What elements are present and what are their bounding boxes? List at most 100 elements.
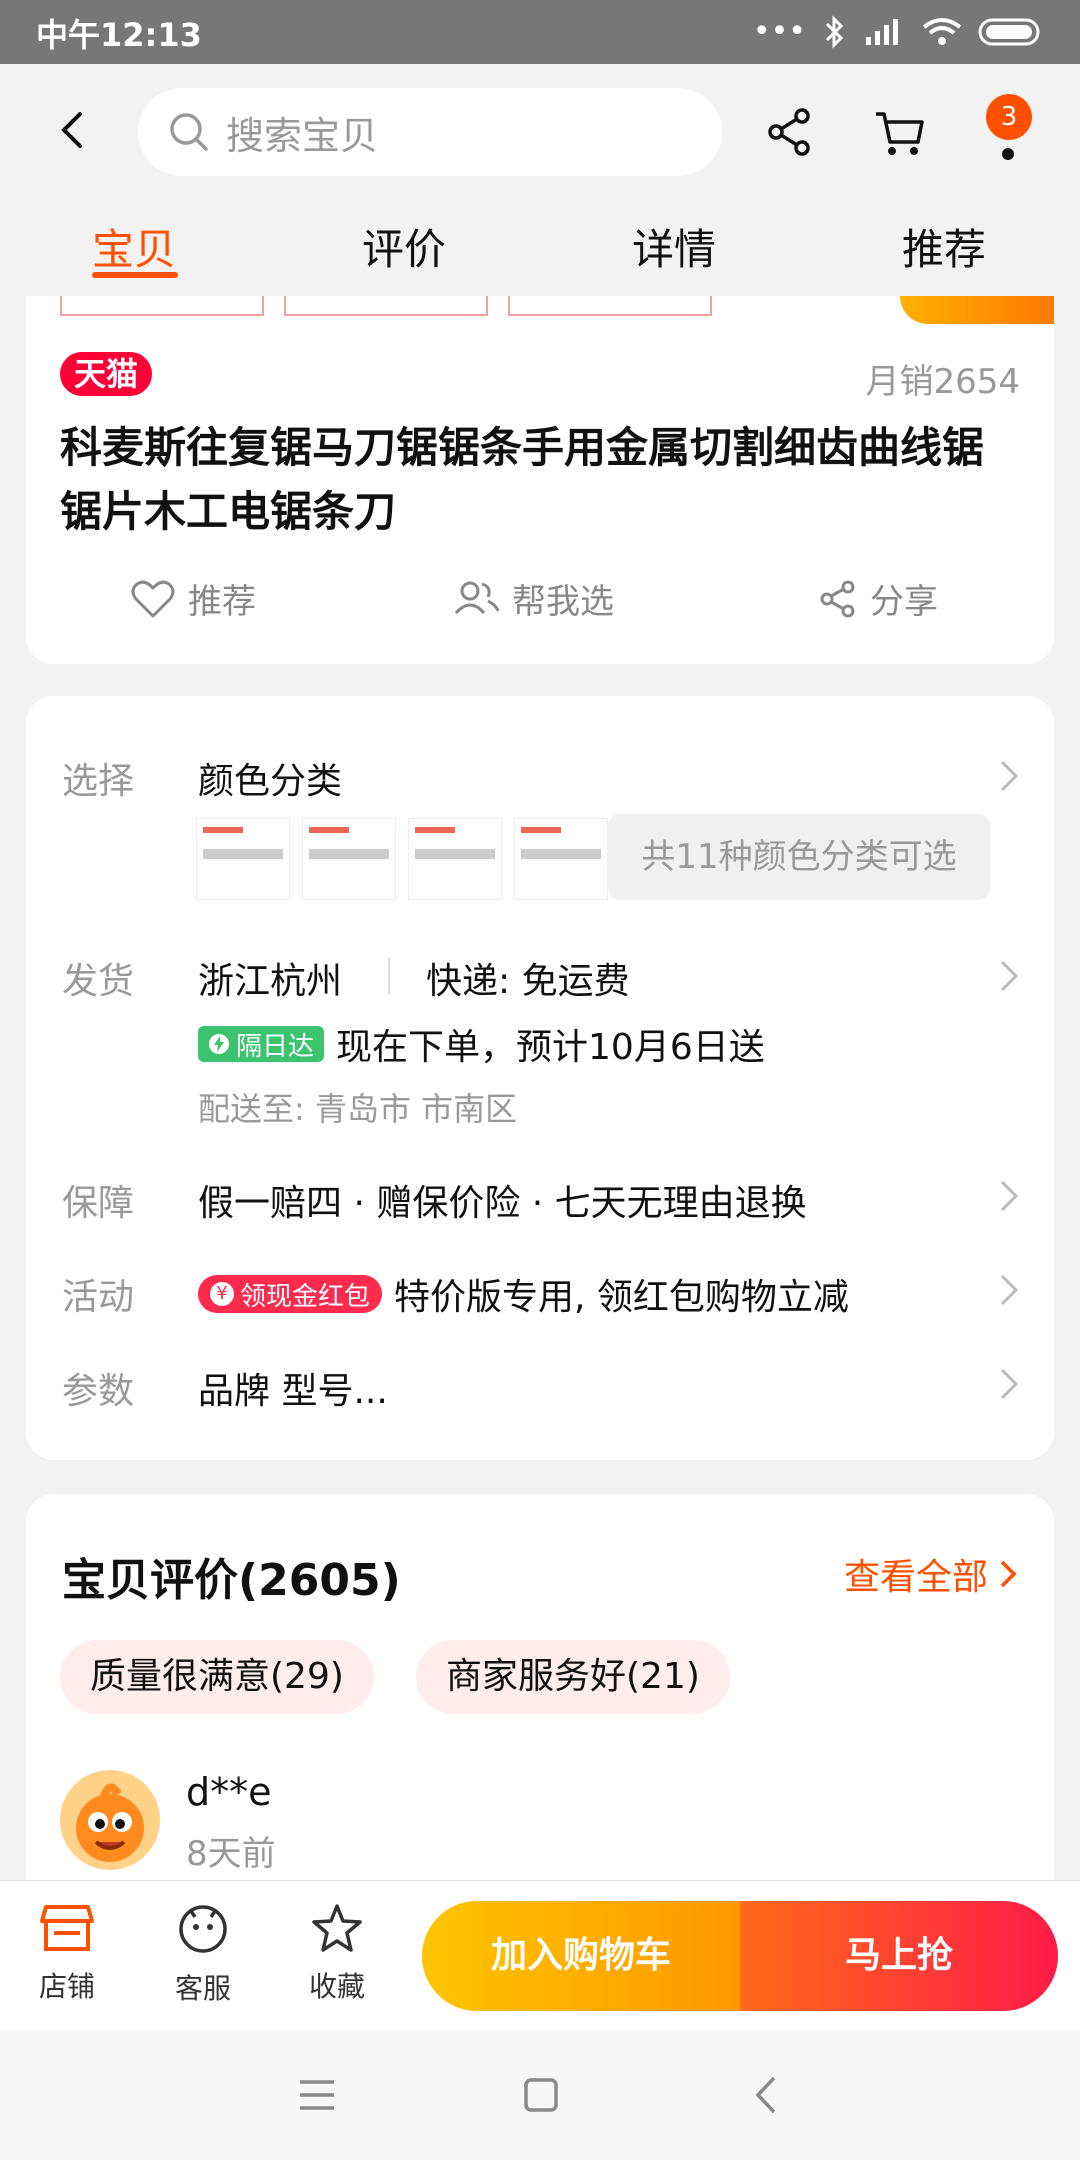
add-to-cart-button[interactable]: 加入购物车 — [422, 1901, 740, 2011]
share-icon[interactable] — [762, 104, 818, 160]
tab-product[interactable]: 宝贝 — [92, 216, 176, 277]
help-choose-label: 帮我选 — [512, 582, 614, 622]
promo-row[interactable]: 活动 ¥ 领现金红包 特价版专用, 领红包购物立减 — [62, 1268, 1022, 1318]
status-time: 中午12:13 — [36, 16, 202, 54]
cart-count-badge[interactable]: 3 — [986, 94, 1032, 140]
battery-icon — [978, 18, 1040, 45]
deliver-to: 配送至: 青岛市 市南区 — [198, 1090, 518, 1128]
select-label: 选择 — [62, 761, 135, 802]
coupon-button-peek[interactable] — [900, 296, 1054, 324]
customer-service-label: 客服 — [174, 1972, 231, 2005]
variant-thumbnail[interactable] — [302, 818, 396, 900]
store-icon — [40, 1905, 94, 1951]
monthly-sales: 月销2654 — [865, 362, 1020, 402]
signal-icon — [866, 18, 898, 45]
guarantee-label: 保障 — [62, 1183, 135, 1224]
review-tag[interactable]: 商家服务好(21) — [416, 1640, 730, 1714]
lightning-icon — [209, 1034, 229, 1054]
shipping-express: 快递: 免运费 — [426, 961, 630, 1002]
cart-icon[interactable] — [872, 104, 928, 160]
variant-count-pill[interactable]: 共11种颜色分类可选 — [608, 814, 990, 900]
red-packet-label: 领现金红包 — [240, 1281, 371, 1312]
chevron-right-icon — [1000, 1368, 1019, 1400]
status-bar: 中午12:13 ••• — [0, 0, 1080, 64]
search-icon — [170, 113, 208, 151]
review-tag[interactable]: 质量很满意(29) — [60, 1640, 374, 1714]
next-day-badge: 隔日达 — [198, 1026, 325, 1062]
more-menu-dot-icon[interactable] — [1002, 148, 1014, 160]
params-row[interactable]: 参数 品牌 型号... — [62, 1362, 1022, 1412]
product-title: 科麦斯往复锯马刀锯锯条手用金属切割细齿曲线锯锯片木工电锯条刀 — [60, 423, 985, 536]
divider — [388, 958, 390, 994]
share-button[interactable]: 分享 — [818, 574, 938, 623]
product-actions: 推荐 帮我选 分享 — [0, 574, 1080, 634]
red-packet-badge: ¥ 领现金红包 — [198, 1275, 383, 1313]
bluetooth-icon — [825, 14, 844, 49]
params-value: 品牌 型号... — [198, 1371, 388, 1412]
tmall-badge: 天猫 — [60, 352, 153, 396]
shipping-eta: 现在下单，预计10月6日送 — [336, 1027, 765, 1068]
guarantee-value: 假一赔四 · 赠保价险 · 七天无理由退换 — [198, 1183, 807, 1224]
star-icon — [312, 1904, 362, 1952]
variant-thumbnail[interactable] — [196, 818, 290, 900]
share-small-icon — [820, 580, 855, 617]
heart-icon — [131, 580, 175, 617]
promo-value: 特价版专用, 领红包购物立减 — [394, 1277, 849, 1318]
recommend-label: 推荐 — [188, 582, 256, 622]
variant-thumbnail[interactable] — [514, 818, 608, 900]
favorite-label: 收藏 — [308, 1970, 365, 2003]
favorite-button[interactable]: 收藏 — [282, 1903, 392, 2005]
variant-thumbnail[interactable] — [408, 818, 502, 900]
tab-reviews[interactable]: 评价 — [362, 216, 446, 277]
guarantee-row[interactable]: 保障 假一赔四 · 赠保价险 · 七天无理由退换 — [62, 1174, 1022, 1224]
variant-thumbnails[interactable] — [196, 818, 608, 900]
system-nav-bar — [0, 2030, 1080, 2160]
buy-now-button[interactable]: 马上抢 — [740, 1901, 1058, 2011]
help-choose-button[interactable]: 帮我选 — [452, 574, 614, 623]
shipping-row[interactable]: 发货 浙江杭州 快递: 免运费 隔日达 现在下单，预计10月6日送 配送至: 青… — [62, 952, 1022, 1128]
promo-label: 活动 — [62, 1277, 135, 1318]
chevron-right-icon — [1000, 1560, 1017, 1588]
chevron-right-icon — [1000, 1180, 1019, 1212]
status-icons: ••• — [753, 14, 1044, 49]
recommend-button[interactable]: 推荐 — [130, 574, 256, 623]
customer-service-icon — [179, 1905, 227, 1953]
next-day-badge-label: 隔日达 — [236, 1031, 315, 1062]
tab-recommend[interactable]: 推荐 — [902, 216, 986, 277]
store-label: 店铺 — [38, 1970, 95, 2003]
back-nav-icon[interactable] — [746, 2072, 792, 2118]
search-input[interactable]: 搜索宝贝 — [138, 88, 722, 176]
customer-service-button[interactable]: 客服 — [148, 1903, 258, 2007]
home-icon[interactable] — [518, 2072, 564, 2118]
menu-icon[interactable] — [294, 2072, 340, 2118]
select-value: 颜色分类 — [198, 761, 343, 802]
chevron-right-icon — [1000, 760, 1019, 792]
tab-active-indicator — [92, 272, 178, 278]
back-arrow-icon[interactable] — [50, 106, 98, 154]
review-time: 8天前 — [186, 1834, 276, 1874]
params-label: 参数 — [62, 1371, 135, 1412]
search-placeholder: 搜索宝贝 — [226, 113, 379, 158]
mascot-avatar-icon — [76, 1783, 144, 1862]
view-all-reviews-link[interactable]: 查看全部 — [844, 1548, 1020, 1600]
store-button[interactable]: 店铺 — [12, 1903, 122, 2005]
promo-content: ¥ 领现金红包 特价版专用, 领红包购物立减 — [198, 1268, 849, 1320]
view-all-label: 查看全部 — [843, 1557, 988, 1598]
shipping-origin: 浙江杭州 — [198, 961, 343, 1002]
wifi-icon — [922, 17, 962, 45]
top-bar: 搜索宝贝 3 — [0, 64, 1080, 202]
reviews-title: 宝贝评价(2605) — [62, 1555, 401, 1606]
coupon-tags-peek — [60, 296, 712, 316]
shipping-eta-line: 隔日达 现在下单，预计10月6日送 — [198, 1018, 765, 1070]
yen-icon: ¥ — [210, 1282, 234, 1306]
chevron-right-icon — [1000, 960, 1019, 992]
tab-bar: 宝贝 评价 详情 推荐 — [0, 202, 1080, 298]
chevron-right-icon — [1000, 1274, 1019, 1306]
tab-details[interactable]: 详情 — [632, 216, 716, 277]
avatar[interactable] — [60, 1770, 160, 1870]
people-icon — [454, 581, 500, 614]
share-label: 分享 — [870, 582, 938, 622]
review-username: d**e — [186, 1770, 272, 1814]
select-row[interactable]: 选择 颜色分类 — [62, 752, 1022, 812]
bottom-action-bar: 店铺 客服 收藏 加入购物车 马上抢 — [0, 1880, 1080, 2031]
